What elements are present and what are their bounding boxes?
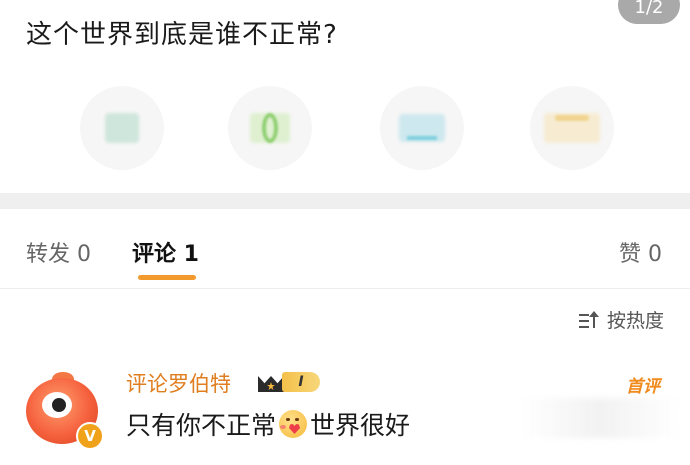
reaction-button-3[interactable] (380, 86, 464, 170)
sort-by-hot-button[interactable]: 按热度 (578, 306, 664, 333)
heart-kiss-emoji-icon (278, 409, 308, 439)
page-indicator: 1/2 (618, 0, 680, 24)
first-comment-badge: 首评 (626, 377, 660, 397)
reaction-button-2[interactable] (228, 86, 312, 170)
blurred-region (520, 398, 680, 438)
post-title: 这个世界到底是谁不正常? (26, 20, 338, 50)
reaction-2-ring (262, 113, 278, 143)
reaction-button-4[interactable] (530, 86, 614, 170)
verified-badge-icon: V (76, 422, 104, 450)
sort-label: 按热度 (606, 310, 664, 332)
crown-icon (258, 370, 284, 394)
comment-text-part-2: 世界很好 (310, 411, 411, 440)
reaction-1-icon (105, 113, 139, 143)
comment-text-part-1: 只有你不正常 (126, 411, 277, 440)
reaction-4-band (555, 114, 589, 121)
tab-like[interactable]: 赞 0 (619, 236, 662, 268)
tabs-divider (0, 288, 690, 289)
comment-username[interactable]: 评论罗伯特 (126, 368, 231, 398)
tab-repost[interactable]: 转发 0 (26, 236, 91, 268)
level-tag: I (282, 372, 320, 392)
active-tab-indicator (138, 275, 196, 280)
user-level-badge: I (258, 370, 320, 394)
reaction-button-1[interactable] (80, 86, 164, 170)
avatar[interactable]: V (22, 372, 106, 452)
section-divider (0, 193, 690, 209)
tab-comment[interactable]: 评论 1 (132, 236, 199, 268)
comment-text: 只有你不正常 世界很好 (126, 406, 410, 442)
sort-icon (578, 310, 601, 330)
reaction-3-line (407, 136, 437, 141)
